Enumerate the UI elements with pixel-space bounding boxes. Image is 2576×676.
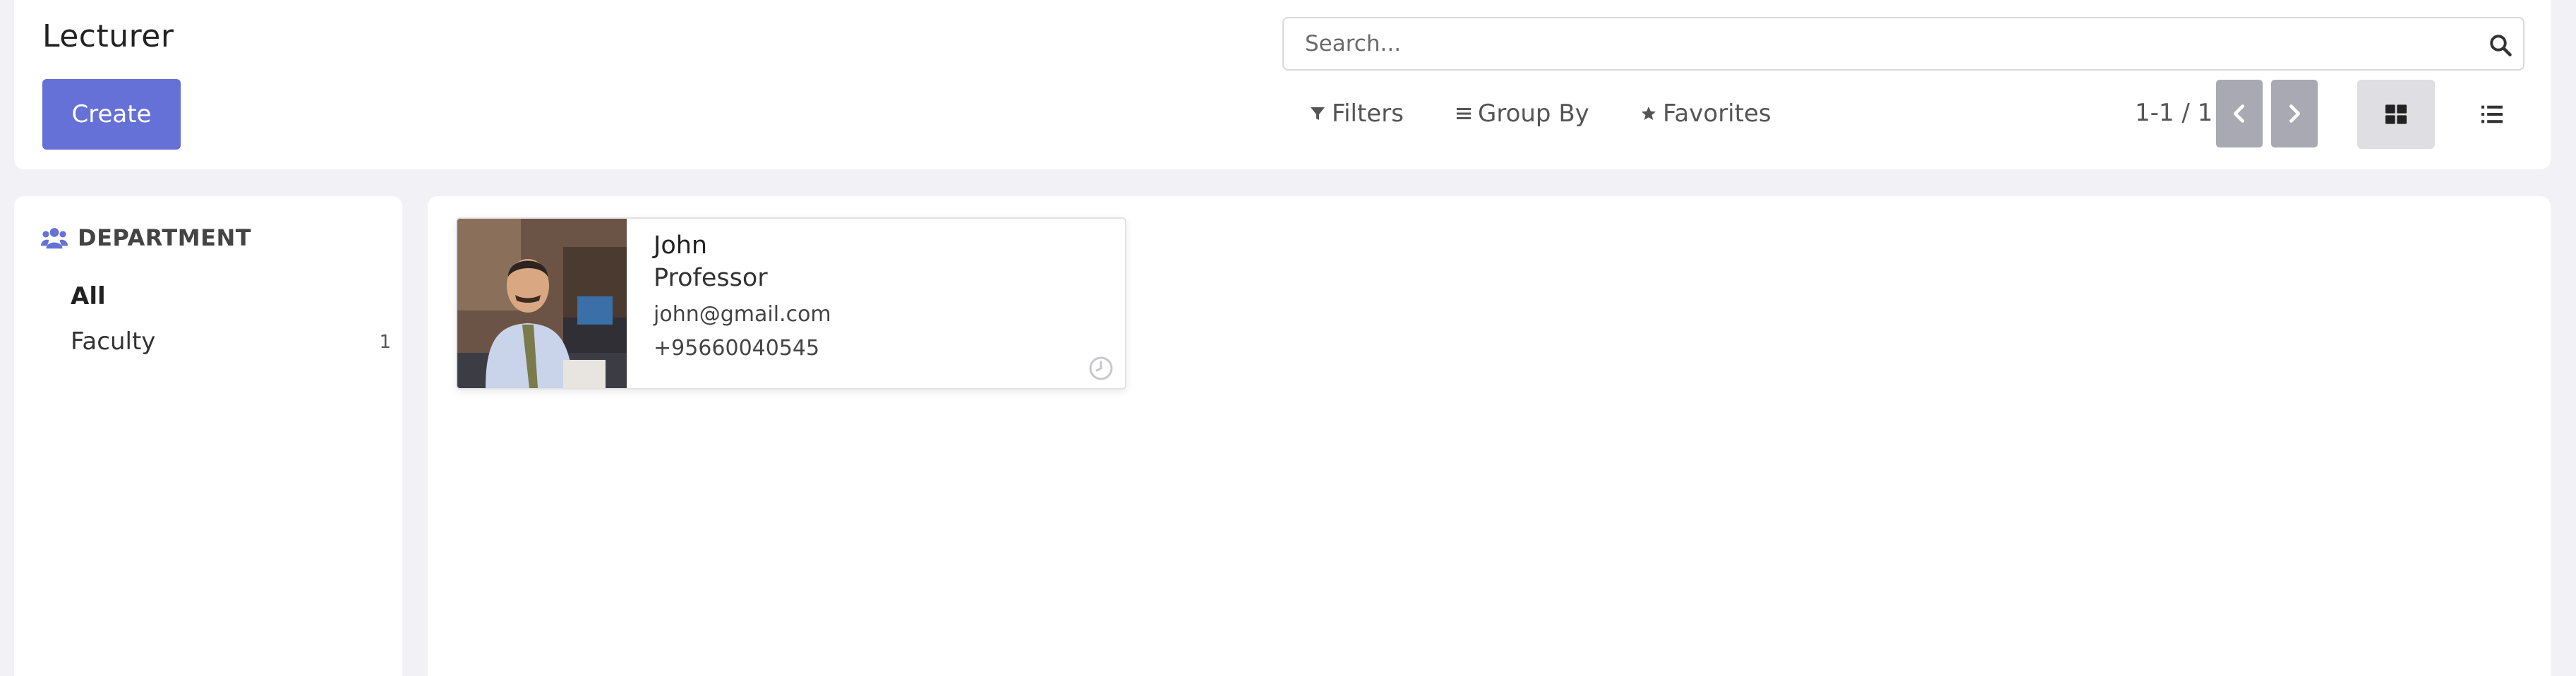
list-view-button[interactable]: [2453, 80, 2531, 149]
card-phone: +95660040545: [654, 336, 820, 361]
search-bar[interactable]: [1282, 17, 2524, 71]
kanban-view: John Professor john@gmail.com +956600405…: [428, 196, 2551, 676]
create-button[interactable]: Create: [42, 79, 181, 150]
department-sidepanel: DEPARTMENT All Faculty 1: [14, 196, 402, 676]
sidepanel-item-label: Faculty: [71, 327, 156, 356]
group-by-button[interactable]: Group By: [1455, 96, 1589, 131]
chevron-right-icon: [2289, 104, 2301, 123]
sidepanel-item-all[interactable]: All: [71, 282, 395, 310]
search-icon[interactable]: [2488, 32, 2513, 58]
sidepanel-item-count: 1: [379, 332, 391, 353]
filters-button[interactable]: Filters: [1309, 96, 1404, 131]
chevron-left-icon: [2233, 104, 2244, 123]
sidepanel-header: DEPARTMENT: [41, 224, 251, 251]
card-job-title: Professor: [654, 264, 768, 292]
filters-label: Filters: [1332, 99, 1404, 128]
users-icon: [41, 228, 68, 249]
card-name: John: [654, 231, 708, 260]
sidepanel-item-faculty[interactable]: Faculty 1: [71, 327, 395, 356]
pager-next-button[interactable]: [2271, 80, 2318, 147]
pager-value[interactable]: 1-1 / 1: [2135, 99, 2213, 127]
page-title: Lecturer: [42, 18, 174, 54]
bars-icon: [1457, 108, 1471, 119]
grid-icon: [2385, 104, 2407, 124]
funnel-icon: [1311, 107, 1325, 120]
sidepanel-title: DEPARTMENT: [78, 224, 252, 251]
kanban-view-button[interactable]: [2357, 80, 2435, 149]
kanban-card[interactable]: John Professor john@gmail.com +956600405…: [456, 217, 1126, 390]
favorites-label: Favorites: [1663, 99, 1771, 128]
person-photo: [457, 219, 627, 388]
pager-previous-button[interactable]: [2216, 80, 2263, 147]
group-by-label: Group By: [1478, 99, 1589, 128]
star-icon: [1642, 107, 1656, 120]
control-panel: Lecturer Create Filters Group By Favorit…: [14, 0, 2551, 169]
favorites-button[interactable]: Favorites: [1640, 96, 1771, 131]
sidepanel-item-label: All: [71, 282, 106, 310]
employee-photo: [457, 219, 627, 388]
clock-icon[interactable]: [1088, 356, 1114, 381]
list-icon: [2481, 105, 2503, 123]
search-input[interactable]: [1305, 18, 2462, 69]
card-email: john@gmail.com: [654, 302, 831, 327]
